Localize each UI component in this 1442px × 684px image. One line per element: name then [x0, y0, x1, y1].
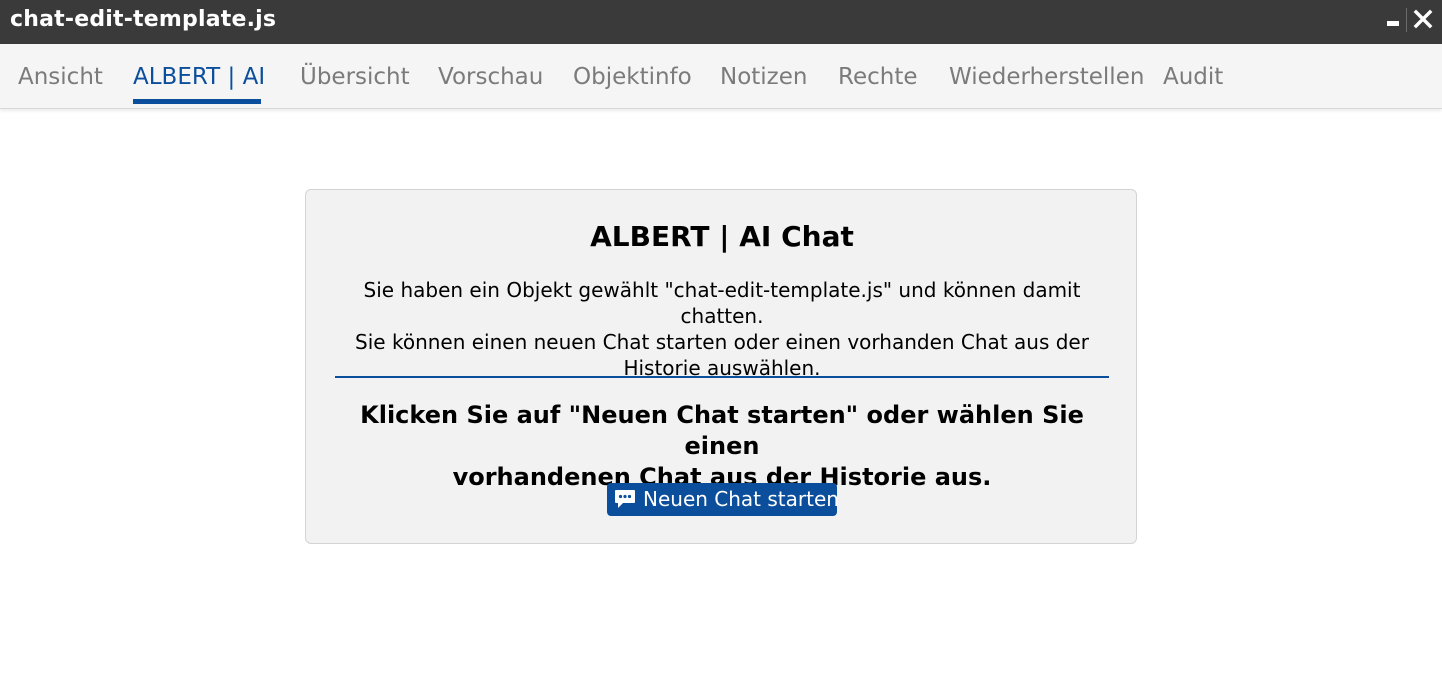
tab-rechte[interactable]: Rechte [838, 62, 918, 92]
tab-wiederherstellen[interactable]: Wiederherstellen [949, 62, 1144, 92]
card-instruction: Klicken Sie auf "Neuen Chat starten" ode… [326, 400, 1118, 493]
tab-uebersicht[interactable]: Übersicht [300, 62, 410, 92]
active-tab-indicator [133, 99, 261, 104]
card-description-line: Sie können einen neuen Chat starten oder… [355, 330, 1089, 354]
close-icon[interactable] [1412, 8, 1434, 32]
minimize-icon[interactable] [1384, 8, 1406, 32]
window-titlebar: chat-edit-template.js [0, 0, 1442, 44]
window-title: chat-edit-template.js [10, 7, 277, 32]
chat-bubble-icon [613, 487, 637, 511]
chat-intro-card: ALBERT | AI Chat Sie haben ein Objekt ge… [305, 189, 1137, 544]
card-description-line: Sie haben ein Objekt gewählt "chat-edit-… [363, 278, 1081, 328]
tab-albert-ai[interactable]: ALBERT | AI [133, 62, 265, 92]
card-title: ALBERT | AI Chat [590, 220, 854, 253]
tab-ansicht[interactable]: Ansicht [18, 62, 103, 92]
card-divider [335, 376, 1109, 378]
card-instruction-line: Klicken Sie auf "Neuen Chat starten" ode… [360, 401, 1084, 460]
tab-vorschau[interactable]: Vorschau [438, 62, 543, 92]
titlebar-separator [1406, 8, 1407, 32]
new-chat-button-label: Neuen Chat starten [643, 487, 839, 511]
tab-notizen[interactable]: Notizen [720, 62, 808, 92]
tab-objektinfo[interactable]: Objektinfo [573, 62, 692, 92]
card-description: Sie haben ein Objekt gewählt "chat-edit-… [326, 277, 1118, 381]
tab-audit[interactable]: Audit [1163, 62, 1223, 92]
new-chat-button[interactable]: Neuen Chat starten [607, 483, 839, 516]
